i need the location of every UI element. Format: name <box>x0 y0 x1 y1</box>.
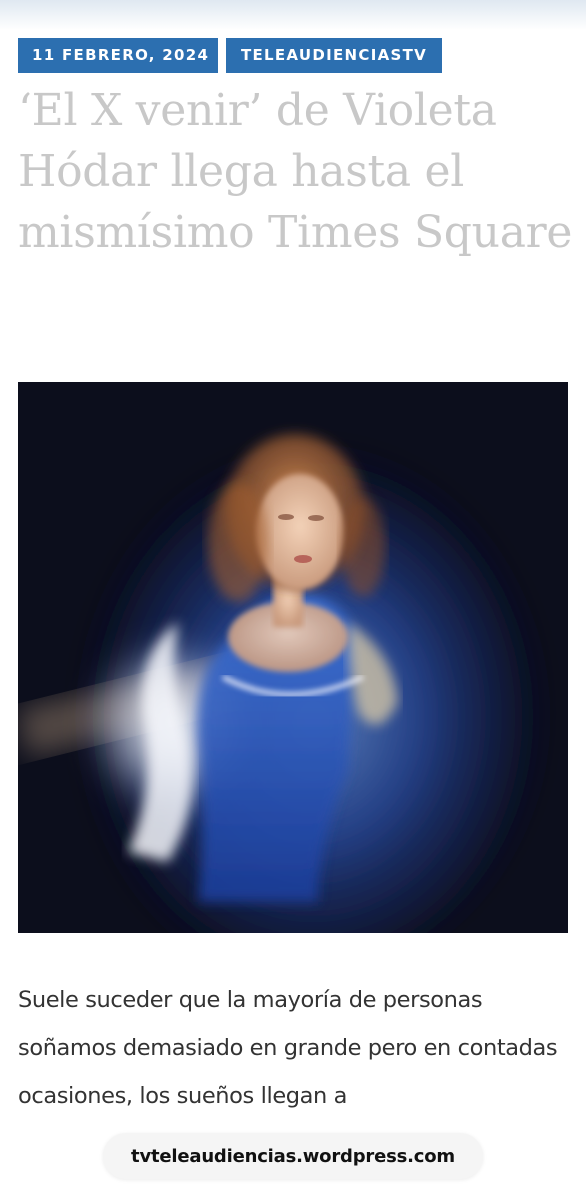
post-date-badge[interactable]: 11 FEBRERO, 2024 <box>18 38 218 73</box>
post-meta: 11 FEBRERO, 2024 TELEAUDIENCIASTV <box>18 38 442 73</box>
featured-image-illustration <box>18 382 568 933</box>
address-bar[interactable]: tvteleaudiencias.wordpress.com <box>103 1133 483 1179</box>
post-category-badge[interactable]: TELEAUDIENCIASTV <box>226 38 442 73</box>
article-body-paragraph: Suele suceder que la mayoría de personas… <box>18 987 558 1109</box>
article-title: ‘El X venir’ de Violeta Hódar llega hast… <box>18 85 573 258</box>
address-bar-url: tvteleaudiencias.wordpress.com <box>131 1145 455 1167</box>
featured-image <box>18 382 568 933</box>
top-status-fade <box>0 0 586 30</box>
